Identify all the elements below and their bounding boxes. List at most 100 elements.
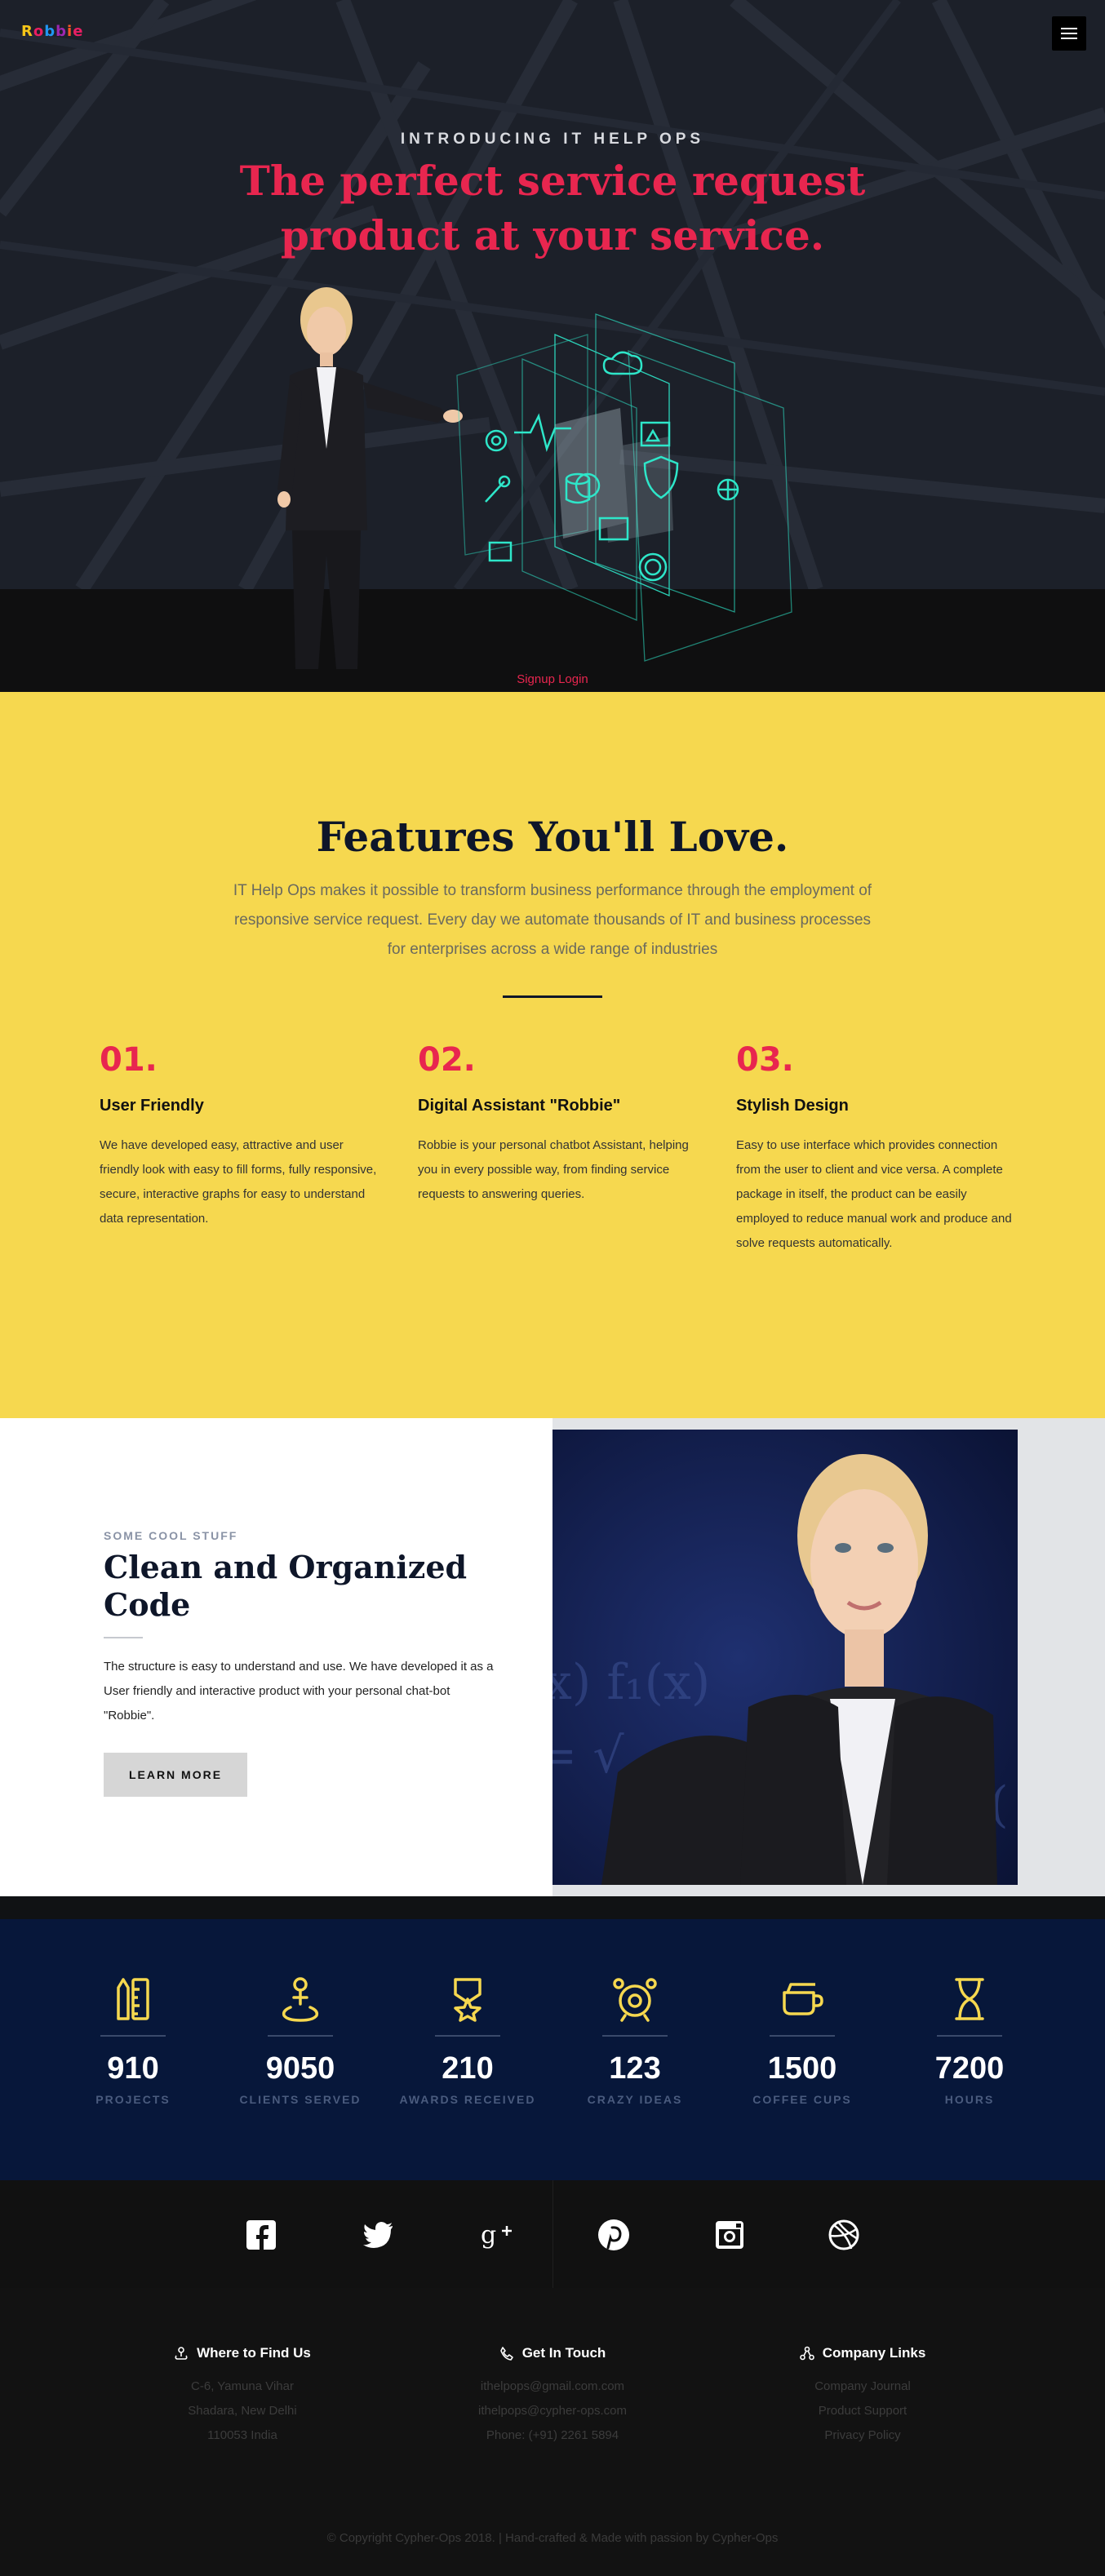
stat-bar [770,2035,835,2037]
feature-title: User Friendly [100,1097,204,1115]
stat-bar [937,2035,1002,2037]
hero-section: Robbie INTRODUCING IT HELP OPS The perfe… [0,0,1105,692]
feature-number: 01. [100,1041,158,1079]
stat-clients-served: 9050 CLIENTS SERVED [216,1976,384,2106]
feature-item-digital-assistant: 02. Digital Assistant "Robbie" Robbie is… [418,1041,695,1207]
code-title: Clean and Organized Code [104,1549,468,1623]
footer-link-privacy-policy[interactable]: Privacy Policy [732,2423,993,2448]
hero-illustration [277,287,792,669]
svg-text:g: g [481,2221,496,2250]
award-medal-icon [454,1978,481,2022]
features-subtitle: IT Help Ops makes it possible to transfo… [233,882,872,958]
feature-number: 02. [418,1041,476,1079]
stat-value: 1500 [767,2051,837,2086]
clean-code-section: x) f₁(x) = √ U⁽( SOME COOL STUFF Clean a… [0,1418,1105,1896]
page: Robbie INTRODUCING IT HELP OPS The perfe… [0,0,1105,2576]
stat-label: CRAZY IDEAS [587,2093,683,2106]
hero-eyebrow: INTRODUCING IT HELP OPS [400,131,705,148]
stat-projects: 910 PROJECTS [49,1976,217,2106]
stat-crazy-ideas: 123 CRAZY IDEAS [551,1976,719,2106]
footer-heading-text: Where to Find Us [197,2345,311,2361]
footer-column-company-links: Company Links Company Journal Product Su… [732,2345,993,2448]
stat-label: CLIENTS SERVED [239,2093,362,2106]
section-divider-strip [0,1896,1105,1919]
twitter-icon[interactable] [362,2218,396,2252]
copyright-text: © Copyright Cypher-Ops 2018. | Hand-craf… [326,2531,779,2545]
ruler-pencil-icon [117,1978,149,2020]
feature-title: Digital Assistant "Robbie" [418,1097,621,1115]
coffee-cup-icon [783,1983,823,2015]
network-icon [799,2346,814,2361]
dribbble-icon[interactable] [827,2218,861,2252]
hamburger-icon-line [1061,38,1077,39]
alarm-clock-icon [613,1978,657,2022]
google-plus-icon[interactable]: g [479,2218,513,2252]
feature-description: Robbie is your personal chatbot Assistan… [418,1138,689,1201]
footer-heading-text: Company Links [822,2345,926,2361]
feature-description: We have developed easy, attractive and u… [100,1138,377,1226]
facebook-icon[interactable] [244,2218,278,2252]
code-divider [104,1637,143,1638]
stat-label: AWARDS RECEIVED [399,2093,536,2106]
features-divider [503,995,602,998]
footer-lines: Company Journal Product Support Privacy … [732,2374,993,2448]
learn-more-button[interactable]: LEARN MORE [104,1753,247,1797]
code-description: The structure is easy to understand and … [104,1660,494,1723]
stat-value: 123 [609,2051,661,2086]
footer-column-contact: Get In Touch ithelpops@gmail.com.com ith… [422,2345,683,2448]
footer-lines: ithelpops@gmail.com.com ithelpops@cypher… [422,2374,683,2448]
code-eyebrow: SOME COOL STUFF [104,1529,238,1542]
stat-bar [435,2035,500,2037]
hero-title: The perfect service request product at y… [239,157,866,259]
robbie-portrait-art: x) f₁(x) = √ U⁽( [552,1430,1018,1885]
footer-lines: C-6, Yamuna Vihar Shadara, New Delhi 110… [112,2374,373,2448]
footer-line: Shadara, New Delhi [188,2404,297,2418]
footer-heading-text: Get In Touch [521,2345,606,2361]
stat-label: PROJECTS [95,2093,171,2106]
site-footer: Where to Find Us C-6, Yamuna Vihar Shada… [0,2288,1105,2576]
feature-title: Stylish Design [736,1097,849,1115]
hourglass-icon [955,1978,984,2020]
stat-label: COFFEE CUPS [752,2093,852,2106]
footer-heading: Where to Find Us [112,2345,373,2361]
footer-line: 110053 India [207,2428,277,2442]
robbie-portrait-image: x) f₁(x) = √ U⁽( [552,1430,1018,1885]
hero-auth-links[interactable]: Signup Login [0,672,1105,686]
social-divider [552,2180,553,2288]
footer-phone: Phone: (+91) 2261 5894 [486,2428,619,2442]
features-section: Features You'll Love. IT Help Ops makes … [0,692,1105,1418]
menu-button[interactable] [1052,16,1086,51]
stat-label: HOURS [944,2093,995,2106]
stat-value: 910 [107,2051,159,2086]
footer-link-product-support[interactable]: Product Support [732,2399,993,2423]
pinterest-icon[interactable] [597,2218,631,2252]
robbie-avatar [277,287,463,669]
stat-awards-received: 210 AWARDS RECEIVED [384,1976,552,2106]
hamburger-icon [1061,28,1077,29]
map-pin-icon [175,2347,188,2360]
footer-email-link[interactable]: ithelpops@gmail.com.com [422,2374,683,2399]
stat-value: 7200 [934,2051,1005,2086]
stat-hours: 7200 HOURS [885,1976,1054,2106]
social-links-bar: g [0,2180,1105,2288]
footer-email-link[interactable]: ithelpops@cypher-ops.com [422,2399,683,2423]
footer-column-location: Where to Find Us C-6, Yamuna Vihar Shada… [112,2345,373,2448]
hamburger-icon-line [1061,33,1077,34]
stats-section: 910 PROJECTS 9050 CLIENTS SERVED 210 AWA… [0,1919,1105,2180]
svg-text:= √: = √ [552,1727,624,1785]
stat-coffee-cups: 1500 COFFEE CUPS [718,1976,886,2106]
feature-item-user-friendly: 01. User Friendly We have developed easy… [100,1041,377,1231]
features-title: Features You'll Love. [316,813,789,861]
stat-bar [602,2035,668,2037]
footer-link-company-journal[interactable]: Company Journal [732,2374,993,2399]
site-logo[interactable]: Robbie [21,23,83,40]
user-pin-icon [282,1977,319,2022]
phone-icon [499,2347,513,2361]
footer-line: C-6, Yamuna Vihar [191,2379,294,2393]
footer-heading: Get In Touch [422,2345,683,2361]
feature-number: 03. [736,1041,794,1079]
instagram-icon[interactable] [712,2218,747,2252]
footer-heading: Company Links [732,2345,993,2361]
stat-bar [268,2035,333,2037]
stat-value: 210 [442,2051,494,2086]
